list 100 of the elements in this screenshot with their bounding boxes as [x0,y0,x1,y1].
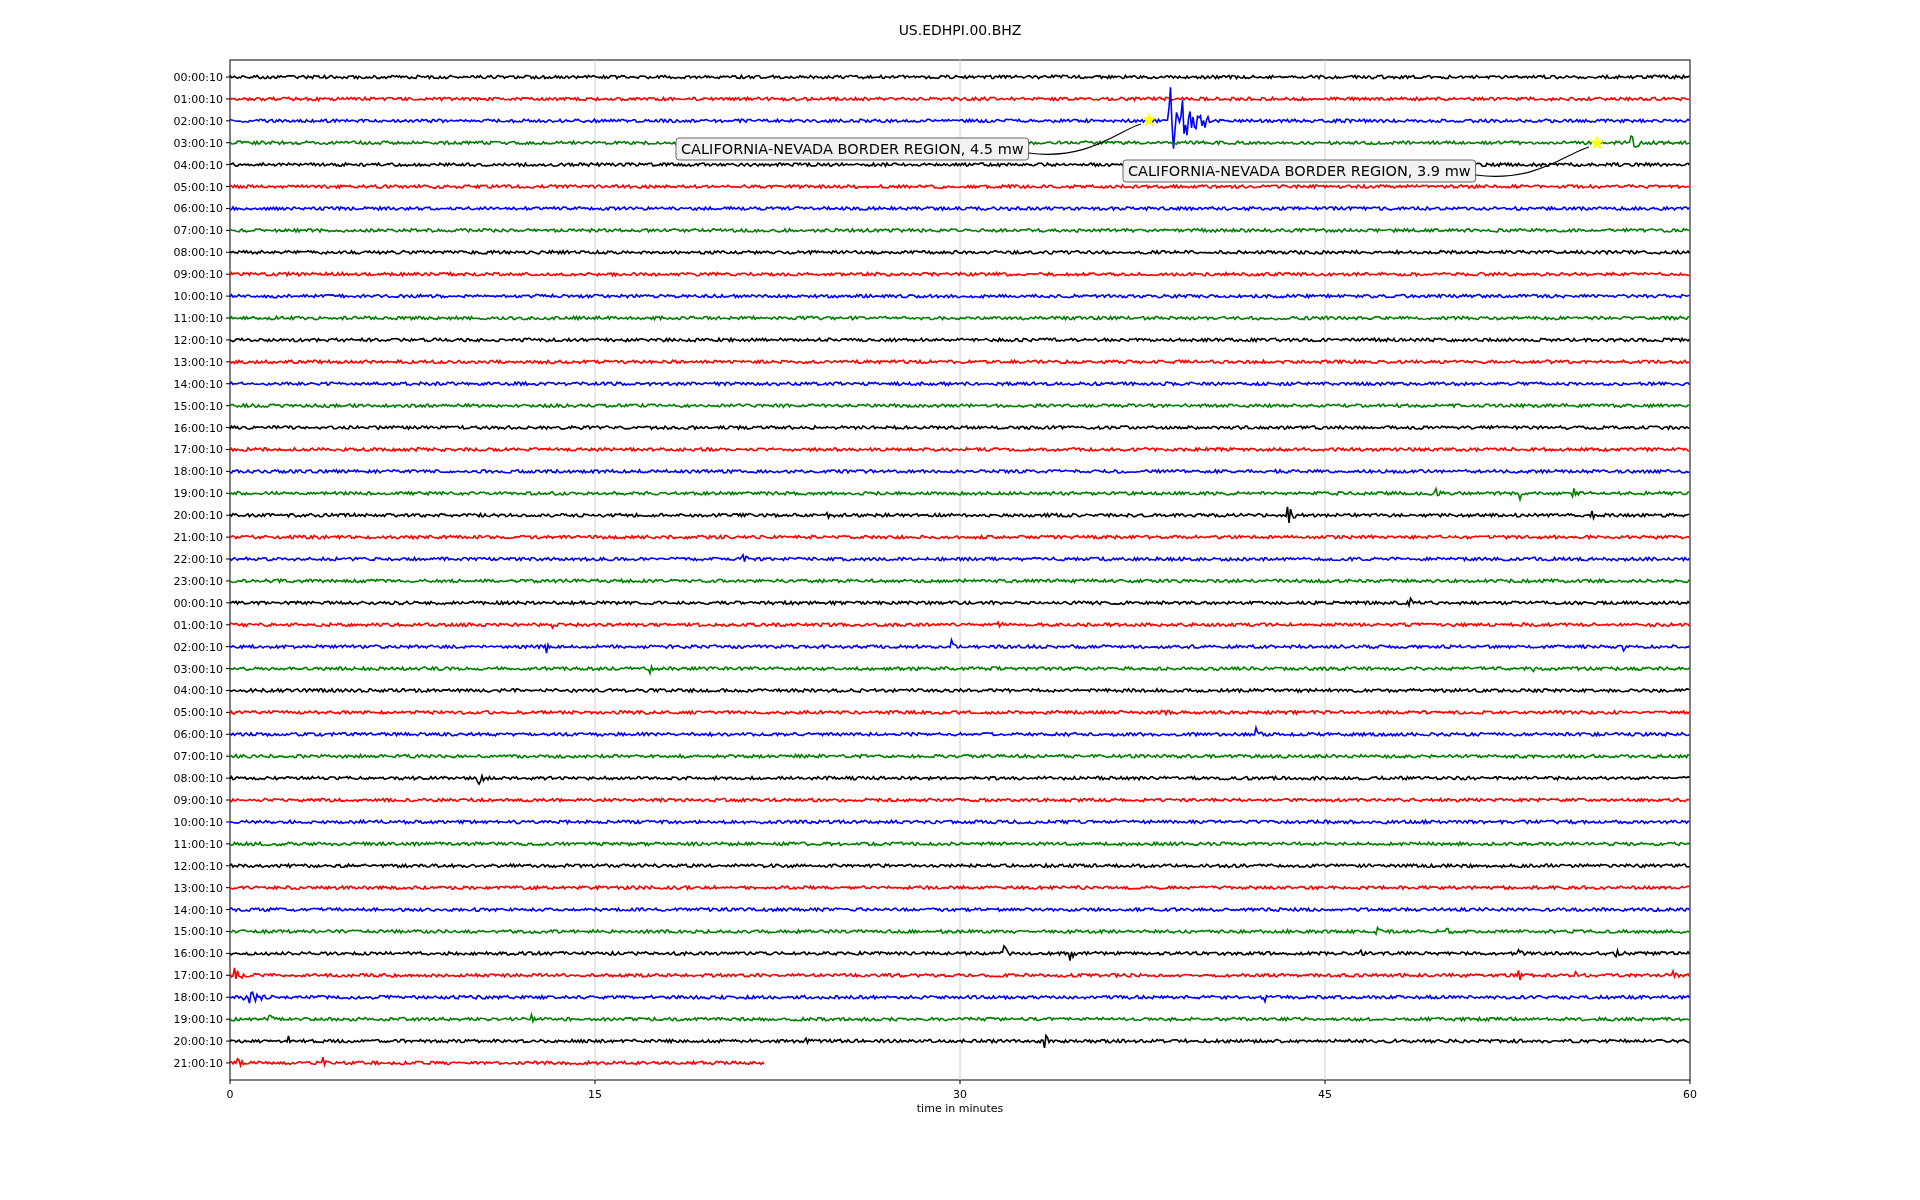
tick-mark [225,295,231,297]
tick-mark [225,427,231,429]
tick-mark [225,448,231,450]
tick-mark [225,1018,231,1020]
tick-mark [225,339,231,341]
star-icon [1141,112,1157,127]
tick-mark [225,536,231,538]
tick-mark [225,251,231,253]
tick-label: 19:00:10 [173,1013,223,1027]
tick-label: 04:00:10 [173,158,223,172]
tick-label: 09:00:10 [173,794,223,808]
tick-mark [225,733,231,735]
tick-label: 16:00:10 [173,421,223,435]
tick-label: 06:00:10 [173,728,223,742]
tick-label: 23:00:10 [173,574,223,588]
tick-mark [1689,1079,1691,1085]
tick-label: 00:00:10 [173,596,223,610]
tick-mark [225,186,231,188]
tick-label: 03:00:10 [173,662,223,676]
tick-mark [225,821,231,823]
tick-label: 11:00:10 [173,312,223,325]
tick-label: 06:00:10 [173,202,223,216]
tick-label: 22:00:10 [173,553,223,566]
tick-mark [225,952,231,954]
tick-mark [225,120,231,122]
tick-mark [225,580,231,582]
tick-label: 02:00:10 [173,640,223,654]
tick-mark [225,974,231,976]
tick-label: 30 [953,1088,967,1101]
tick-mark [225,405,231,407]
tick-label: 14:00:10 [173,903,223,917]
star-icon [1589,135,1605,150]
tick-mark [225,383,231,385]
tick-mark [225,887,231,889]
tick-mark [225,799,231,801]
tick-label: 11:00:10 [173,837,223,851]
tick-label: 02:00:10 [173,114,223,128]
tick-label: 10:00:10 [173,290,223,304]
tick-mark [225,273,231,275]
tick-mark [225,558,231,560]
tick-mark [225,164,231,166]
tick-mark [229,1079,231,1085]
tick-mark [225,865,231,867]
tick-mark [1324,1079,1326,1085]
tick-mark [225,602,231,604]
tick-mark [225,777,231,779]
tick-label: 16:00:10 [173,947,223,961]
tick-mark [225,646,231,648]
tick-label: 21:00:10 [173,1056,223,1070]
tick-label: 17:00:10 [173,969,223,983]
tick-mark [225,142,231,144]
tick-mark [225,931,231,932]
tick-label: 01:00:10 [173,618,223,632]
axis-label: time in minutes [916,1102,1004,1115]
tick-mark [225,690,231,691]
tick-label: 0 [226,1088,234,1101]
tick-label: 21:00:10 [173,531,223,545]
tick-mark [225,76,231,78]
plot-title: US.EDHPI.00.BHZ [898,21,1022,40]
tick-label: 15:00:10 [173,399,223,413]
tick-label: 00:00:10 [173,71,223,84]
tick-label: 12:00:10 [173,859,223,873]
tick-label: 08:00:10 [173,772,223,786]
tick-label: 18:00:10 [173,991,223,1005]
tick-label: 01:00:10 [173,92,223,106]
tick-label: 15:00:10 [173,925,223,939]
tick-mark [225,1040,231,1042]
tick-label: 07:00:10 [173,750,223,764]
tick-label: 14:00:10 [173,377,223,391]
tick-mark [225,909,231,911]
tick-mark [225,668,231,670]
tick-mark [225,711,231,713]
tick-label: 10:00:10 [173,815,223,829]
tick-label: 03:00:10 [173,136,223,150]
tick-mark [225,996,231,998]
tick-label: 08:00:10 [173,246,223,260]
tick-mark [225,361,231,363]
tick-mark [225,843,231,845]
tick-label: 13:00:10 [173,355,223,369]
tick-mark [225,1062,231,1064]
tick-label: 19:00:10 [173,487,223,501]
tick-mark [225,207,231,209]
tick-label: 07:00:10 [173,224,223,238]
tick-label: 05:00:10 [173,180,223,194]
tick-mark [959,1079,961,1085]
tick-mark [225,229,231,231]
tick-label: 09:00:10 [173,268,223,282]
tick-mark [225,317,231,319]
tick-mark [594,1079,596,1085]
tick-mark [225,492,231,494]
tick-label: 20:00:10 [173,509,223,523]
tick-label: 04:00:10 [173,684,223,698]
tick-label: 17:00:10 [173,443,223,457]
tick-label: 15 [588,1088,602,1101]
tick-mark [225,470,231,472]
tick-label: 60 [1683,1088,1697,1101]
tick-mark [225,755,231,757]
tick-label: 12:00:10 [173,333,223,347]
tick-label: 45 [1318,1088,1332,1101]
annotation-label: CALIFORNIA-NEVADA BORDER REGION, 4.5 mw [675,137,1030,161]
